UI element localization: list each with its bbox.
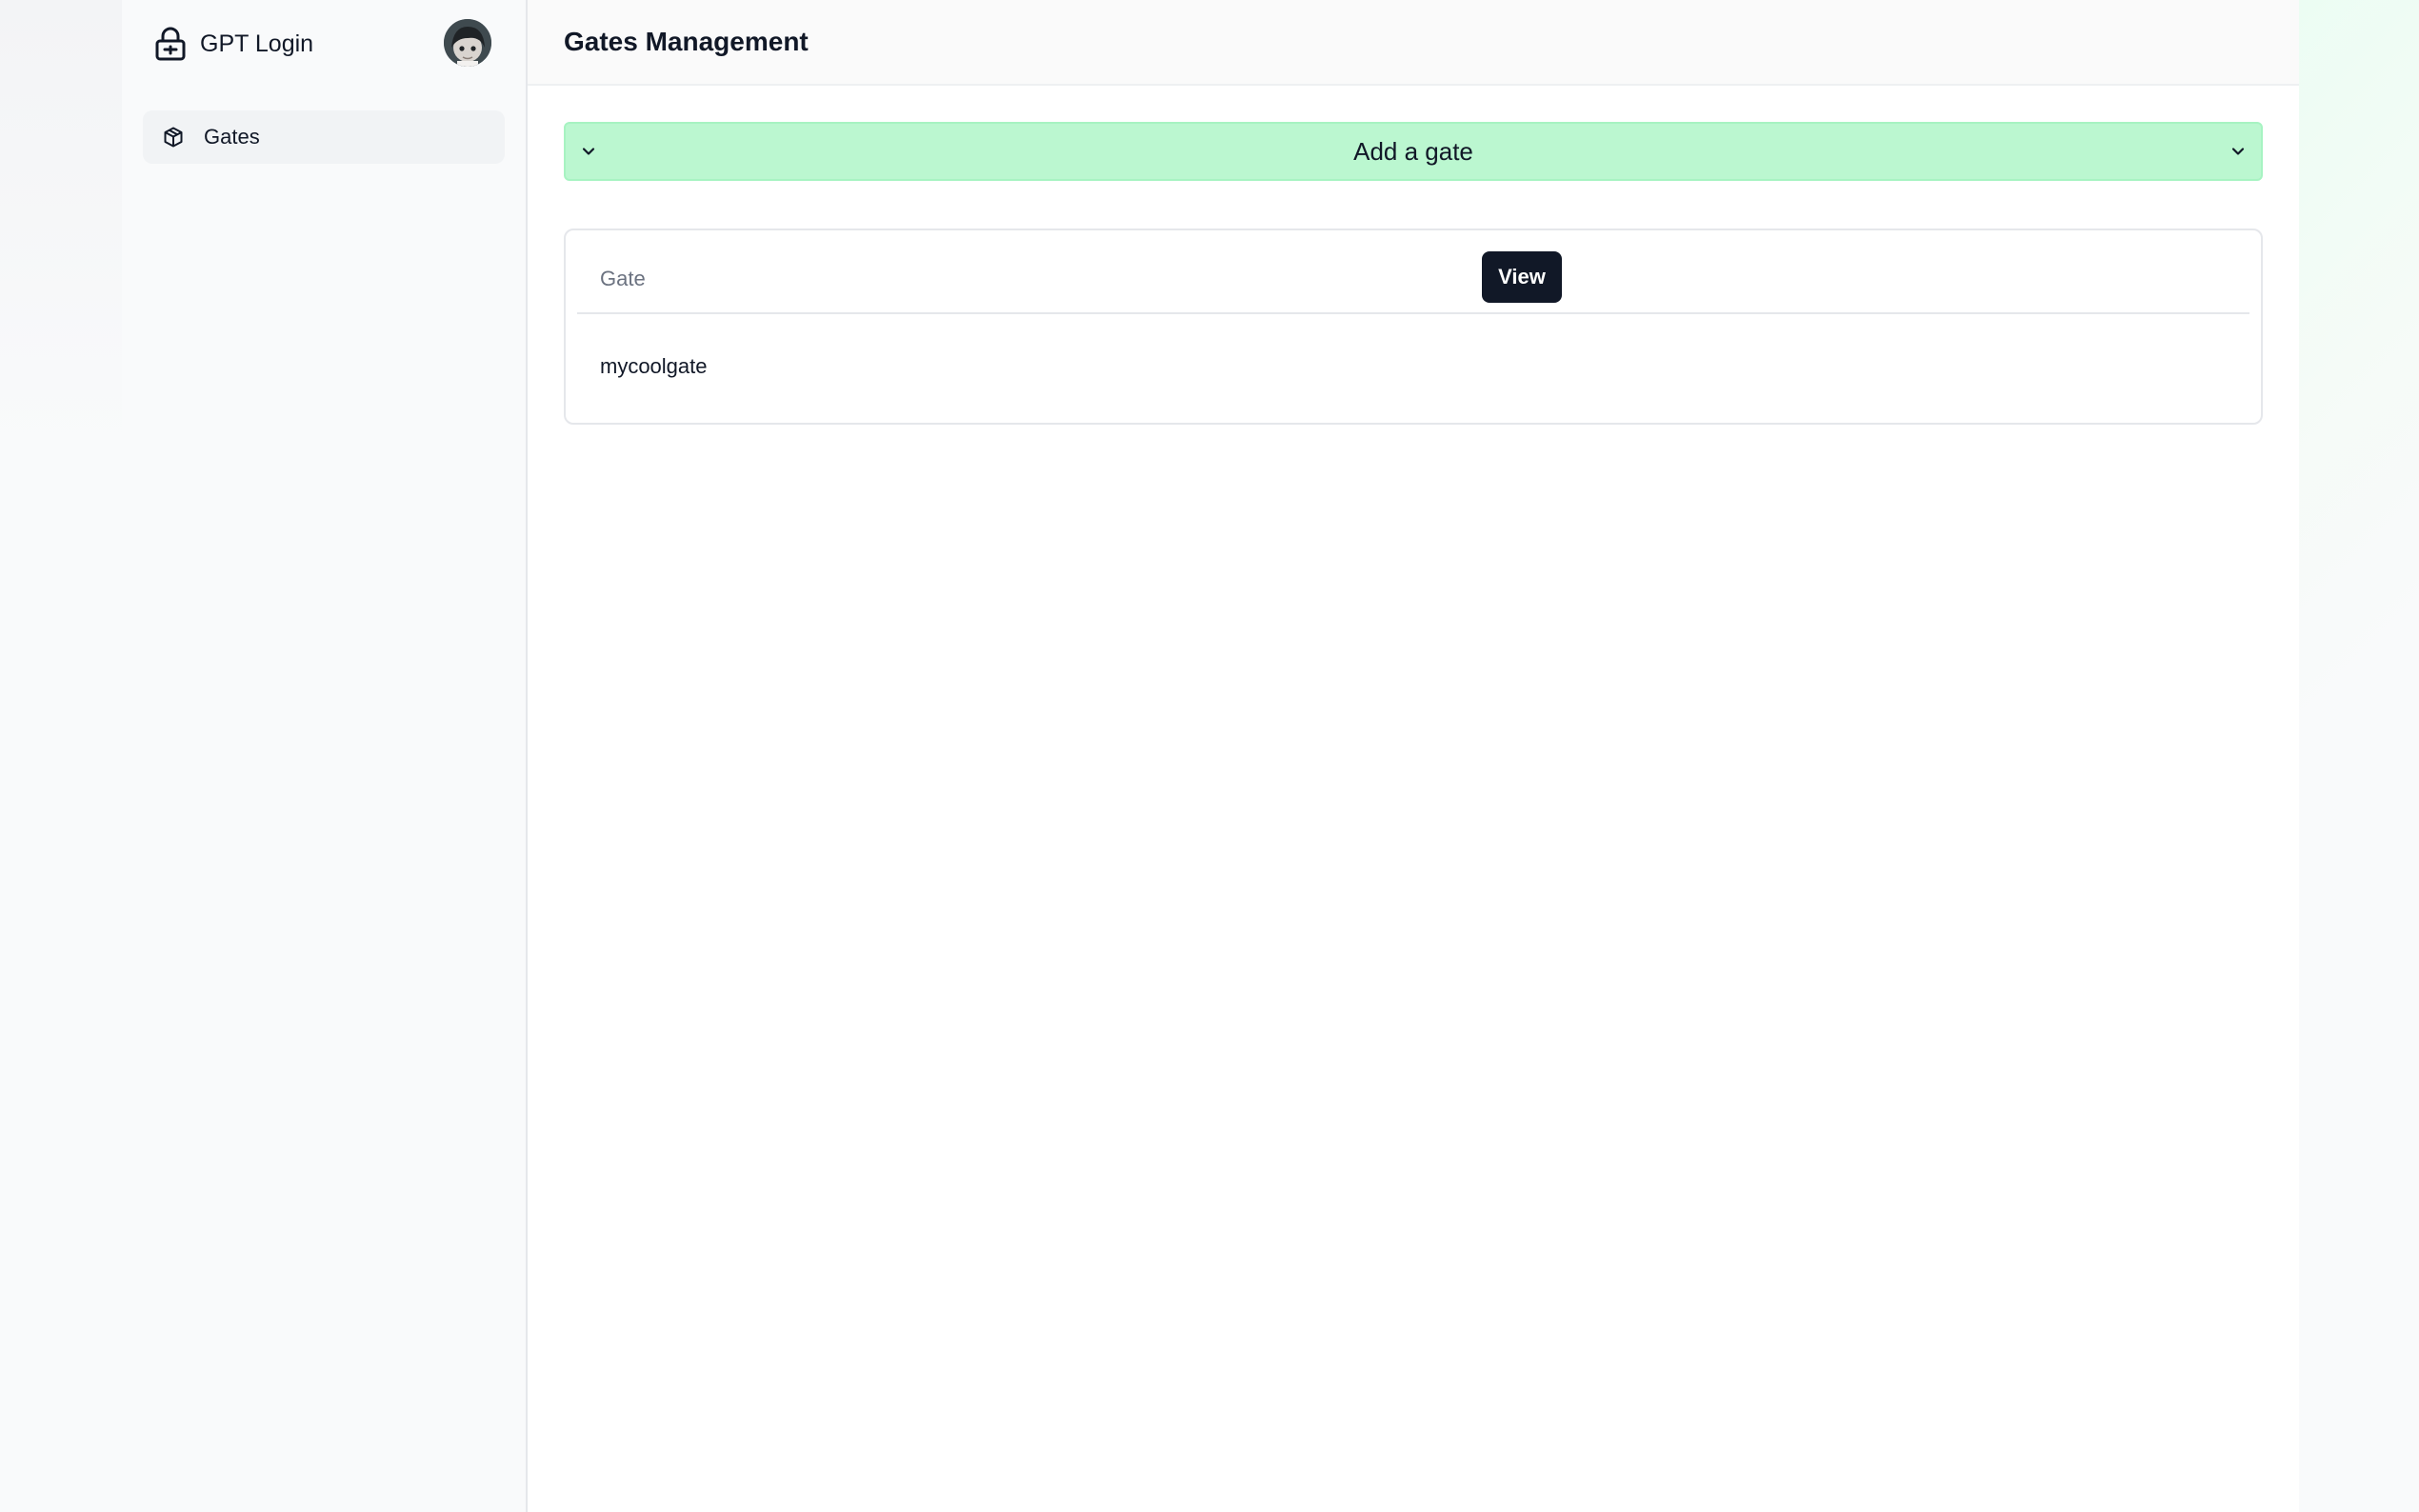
sidebar-item-gates[interactable]: Gates	[143, 110, 505, 164]
app-title: GPT Login	[200, 30, 314, 57]
chevron-down-icon	[2231, 148, 2245, 155]
table-header: Gate	[577, 230, 2249, 314]
column-header-gate: Gate	[600, 267, 646, 290]
user-avatar[interactable]	[444, 19, 491, 67]
main-content: Gates Management Add a gate Gate mycoolg…	[528, 0, 2299, 1512]
chevron-down-icon	[582, 148, 595, 155]
brand[interactable]: GPT Login	[154, 27, 313, 61]
add-gate-label: Add a gate	[1353, 136, 1473, 166]
add-gate-accordion[interactable]: Add a gate	[564, 122, 2263, 181]
sidebar: GPT Login Gates	[122, 0, 528, 1512]
box-icon	[164, 127, 183, 148]
app-shell: GPT Login Gates Gates Management Add a g…	[122, 0, 2299, 1512]
gate-name: mycoolgate	[600, 354, 708, 378]
page-background-right	[2299, 0, 2419, 1512]
gates-table: Gate mycoolgate	[564, 229, 2263, 425]
page-header: Gates Management	[528, 0, 2299, 86]
table-row: mycoolgate	[577, 314, 2249, 421]
avatar-image	[444, 19, 491, 67]
view-gate-button[interactable]: View	[1482, 251, 1562, 303]
lock-icon	[155, 27, 186, 61]
sidebar-item-label: Gates	[204, 125, 260, 149]
page-background-left	[0, 0, 122, 1512]
page-title: Gates Management	[564, 27, 809, 56]
